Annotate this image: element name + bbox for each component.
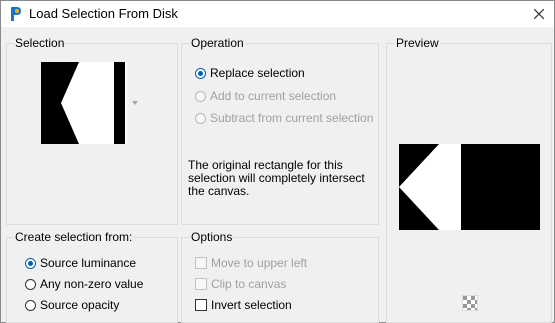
preview-group-title: Preview xyxy=(395,36,440,50)
operation-group-title: Operation xyxy=(190,36,245,50)
subtract-from-selection-label: Subtract from current selection xyxy=(210,111,374,125)
create-selection-group-title: Create selection from: xyxy=(14,230,134,244)
radio-indicator xyxy=(25,278,36,290)
preview-image xyxy=(399,144,540,230)
add-to-selection-radio[interactable]: Add to current selection xyxy=(195,88,336,104)
source-opacity-label: Source opacity xyxy=(40,298,120,312)
invert-selection-checkbox[interactable]: Invert selection xyxy=(195,297,292,313)
dialog-title: Load Selection From Disk xyxy=(29,6,178,21)
add-to-selection-label: Add to current selection xyxy=(210,89,337,103)
subtract-from-selection-radio[interactable]: Subtract from current selection xyxy=(195,110,373,126)
transparency-checker-icon[interactable] xyxy=(462,295,478,311)
clip-to-canvas-label: Clip to canvas xyxy=(211,277,287,291)
radio-indicator xyxy=(25,257,36,269)
checkbox-indicator xyxy=(195,257,207,269)
radio-indicator xyxy=(195,67,206,79)
move-to-upper-left-label: Move to upper left xyxy=(211,256,308,270)
close-button[interactable] xyxy=(524,1,554,27)
replace-selection-label: Replace selection xyxy=(210,66,305,80)
load-selection-dialog: Load Selection From Disk Selection Opera… xyxy=(0,0,555,323)
checkbox-indicator xyxy=(195,278,207,290)
radio-indicator xyxy=(25,299,36,311)
move-to-upper-left-checkbox[interactable]: Move to upper left xyxy=(195,255,307,271)
radio-indicator xyxy=(195,112,206,124)
invert-selection-label: Invert selection xyxy=(211,298,292,312)
close-icon xyxy=(534,9,544,19)
selection-group-title: Selection xyxy=(14,36,66,50)
paintshop-icon xyxy=(11,7,21,21)
options-group-title: Options xyxy=(190,230,234,244)
checkbox-indicator xyxy=(195,299,207,311)
title-bar: Load Selection From Disk xyxy=(1,1,554,27)
intersection-info-text: The original rectangle for this selectio… xyxy=(188,158,365,198)
any-non-zero-value-label: Any non-zero value xyxy=(40,277,144,291)
source-luminance-label: Source luminance xyxy=(40,256,137,270)
selection-thumbnail-image xyxy=(41,62,127,144)
source-luminance-radio[interactable]: Source luminance xyxy=(25,255,136,271)
clip-to-canvas-checkbox[interactable]: Clip to canvas xyxy=(195,276,286,292)
any-non-zero-value-radio[interactable]: Any non-zero value xyxy=(25,276,143,292)
radio-indicator xyxy=(195,90,206,102)
source-opacity-radio[interactable]: Source opacity xyxy=(25,297,119,313)
selection-thumbnail[interactable] xyxy=(41,62,127,144)
chevron-down-icon[interactable] xyxy=(132,101,138,105)
replace-selection-radio[interactable]: Replace selection xyxy=(195,65,305,81)
